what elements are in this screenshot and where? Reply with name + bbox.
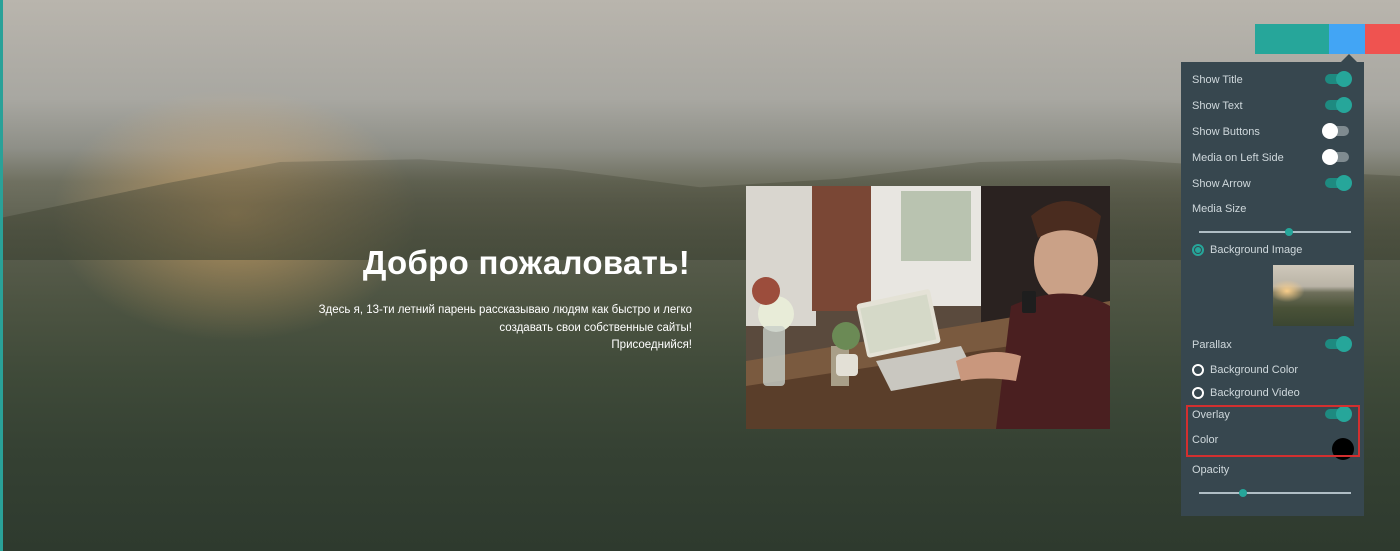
overlay-highlight-box xyxy=(1186,405,1360,457)
setting-background-image: Background Image xyxy=(1192,240,1354,260)
background-video-radio[interactable] xyxy=(1192,387,1204,399)
tab-remove-block[interactable] xyxy=(1365,24,1400,54)
setting-media-left: Media on Left Side xyxy=(1192,148,1354,168)
setting-label: Parallax xyxy=(1192,339,1232,351)
setting-show-arrow: Show Arrow xyxy=(1192,174,1354,194)
setting-label: Opacity xyxy=(1192,464,1230,476)
setting-show-text: Show Text xyxy=(1192,96,1354,116)
setting-label: Show Title xyxy=(1192,74,1243,86)
hero-text-line: Присоеднийся! xyxy=(611,339,692,351)
show-arrow-toggle[interactable] xyxy=(1325,175,1352,191)
parallax-toggle[interactable] xyxy=(1325,336,1352,352)
opacity-slider-thumb[interactable] xyxy=(1239,489,1247,497)
media-size-slider-thumb[interactable] xyxy=(1285,228,1293,236)
background-color-radio[interactable] xyxy=(1192,364,1204,376)
setting-label: Media on Left Side xyxy=(1192,152,1284,164)
tab-style-settings[interactable] xyxy=(1329,24,1365,54)
background-image-thumbnail[interactable] xyxy=(1273,265,1354,326)
setting-background-video: Background Video xyxy=(1192,383,1354,403)
opacity-slider[interactable] xyxy=(1199,489,1351,497)
setting-label: Media Size xyxy=(1192,203,1247,215)
setting-opacity: Opacity xyxy=(1192,460,1354,480)
background-image-radio[interactable] xyxy=(1192,244,1204,256)
show-title-toggle[interactable] xyxy=(1325,71,1352,87)
hero-text-line: Здесь я, 13-ти летний парень рассказываю… xyxy=(318,304,692,316)
hero-title: Добро пожаловать! xyxy=(362,244,690,281)
panel-caret xyxy=(1341,54,1357,62)
setting-media-size: Media Size xyxy=(1192,199,1354,219)
tab-block-settings[interactable] xyxy=(1255,24,1329,54)
panel-tabs xyxy=(1255,24,1400,54)
hero-text: Здесь я, 13-ти летний парень рассказываю… xyxy=(300,302,692,355)
setting-background-color: Background Color xyxy=(1192,360,1354,380)
show-buttons-toggle[interactable] xyxy=(1322,123,1349,139)
setting-label: Background Image xyxy=(1210,244,1303,256)
setting-label: Show Text xyxy=(1192,100,1243,112)
setting-show-buttons: Show Buttons xyxy=(1192,122,1354,142)
setting-label: Show Buttons xyxy=(1192,126,1260,138)
setting-show-title: Show Title xyxy=(1192,70,1354,90)
media-photo xyxy=(746,186,1110,429)
hero-text-line: создавать свои собственные сайты! xyxy=(499,321,692,334)
setting-parallax: Parallax xyxy=(1192,335,1354,355)
show-text-toggle[interactable] xyxy=(1325,97,1352,113)
setting-label: Show Arrow xyxy=(1192,178,1251,190)
media-left-toggle[interactable] xyxy=(1322,149,1349,165)
setting-label: Background Color xyxy=(1210,364,1299,376)
media-image xyxy=(746,186,1110,429)
setting-label: Background Video xyxy=(1210,387,1300,399)
media-size-slider[interactable] xyxy=(1199,228,1351,236)
left-accent-bar xyxy=(0,0,3,551)
